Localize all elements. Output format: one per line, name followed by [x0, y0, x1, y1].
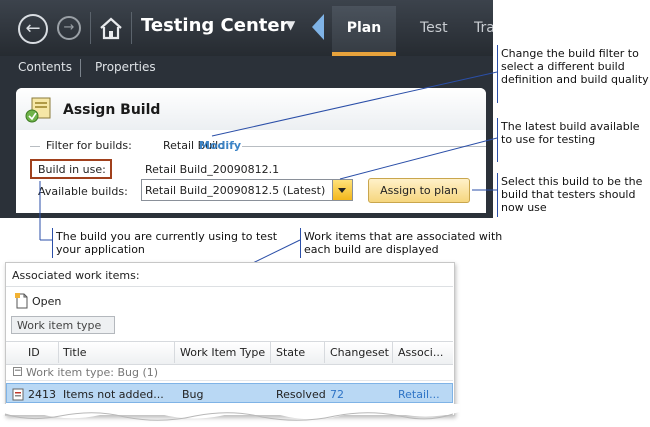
app-switcher-dropdown[interactable]: ▼: [286, 18, 295, 32]
sub-navigation: [0, 56, 493, 82]
callout-build-in-use: The build you are currently using to tes…: [52, 228, 289, 258]
forward-button[interactable]: →: [57, 16, 81, 40]
subnav-contents-link[interactable]: Contents: [18, 60, 72, 74]
toolbar-divider: [90, 12, 91, 44]
column-header-state[interactable]: State: [276, 346, 305, 359]
subnav-divider: [80, 59, 81, 77]
cell-title: Items not added...: [63, 388, 164, 401]
modify-filter-link[interactable]: Modify: [199, 139, 241, 152]
group-row-label: Work item type: Bug (1): [26, 366, 159, 379]
column-separator[interactable]: [324, 341, 325, 363]
group-by-label: Work item type: [17, 319, 102, 332]
cell-associated-link[interactable]: Retail...: [398, 388, 440, 401]
app-title: Testing Center: [141, 15, 289, 36]
assign-to-plan-button[interactable]: Assign to plan: [368, 178, 470, 203]
callout-build-filter: Change the build filter to select a diff…: [497, 45, 650, 103]
cell-changeset-link[interactable]: 72: [330, 388, 344, 401]
group-border: [30, 146, 40, 147]
subnav-properties-link[interactable]: Properties: [95, 60, 156, 74]
chevron-down-icon: ▼: [286, 18, 296, 32]
column-header-changeset[interactable]: Changeset: [330, 346, 389, 359]
open-button[interactable]: Open: [32, 295, 61, 308]
column-header-title[interactable]: Title: [63, 346, 87, 359]
column-separator[interactable]: [58, 341, 59, 363]
column-separator[interactable]: [392, 341, 393, 363]
available-builds-value: Retail Build_20090812.5 (Latest): [145, 184, 326, 197]
build-icon: [24, 96, 54, 124]
bug-work-item-icon: [12, 386, 24, 401]
divider: [6, 380, 453, 381]
back-arrow-icon: ←: [25, 18, 41, 39]
cell-state: Resolved: [276, 388, 326, 401]
cell-id: 2413: [28, 388, 56, 401]
collapse-icon[interactable]: −: [13, 367, 22, 376]
nav-back-arrow-icon[interactable]: [312, 14, 324, 40]
back-button[interactable]: ←: [18, 14, 48, 44]
callout-assign-build: Select this build to be the build that t…: [497, 173, 650, 217]
column-separator[interactable]: [270, 341, 271, 363]
column-separator[interactable]: [174, 341, 175, 363]
chevron-down-icon: [338, 188, 346, 193]
panel-title: Assign Build: [63, 102, 161, 118]
work-items-title: Associated work items:: [12, 269, 140, 282]
tab-test[interactable]: Test: [420, 20, 448, 36]
build-in-use-value: Retail Build_20090812.1: [145, 163, 280, 176]
divider: [6, 286, 453, 287]
build-in-use-label: Build in use:: [38, 163, 106, 176]
group-border: [242, 146, 486, 147]
torn-edge: [0, 404, 460, 421]
callout-latest-build: The latest build available to use for te…: [497, 118, 650, 162]
available-builds-label: Available builds:: [38, 185, 128, 198]
column-header-type[interactable]: Work Item Type: [180, 346, 265, 359]
tab-plan[interactable]: Plan: [332, 6, 396, 56]
column-header-associated[interactable]: Associ...: [398, 346, 443, 359]
cell-type: Bug: [182, 388, 204, 401]
toolbar-divider: [131, 12, 132, 44]
home-icon: [100, 17, 122, 40]
open-document-icon[interactable]: [15, 293, 29, 309]
callout-work-items: Work items that are associated with each…: [300, 228, 527, 258]
column-header-id[interactable]: ID: [28, 346, 40, 359]
home-button[interactable]: [97, 15, 125, 41]
tab-track[interactable]: Track: [474, 20, 493, 36]
filter-label: Filter for builds:: [46, 139, 132, 152]
forward-arrow-icon: →: [63, 20, 75, 35]
